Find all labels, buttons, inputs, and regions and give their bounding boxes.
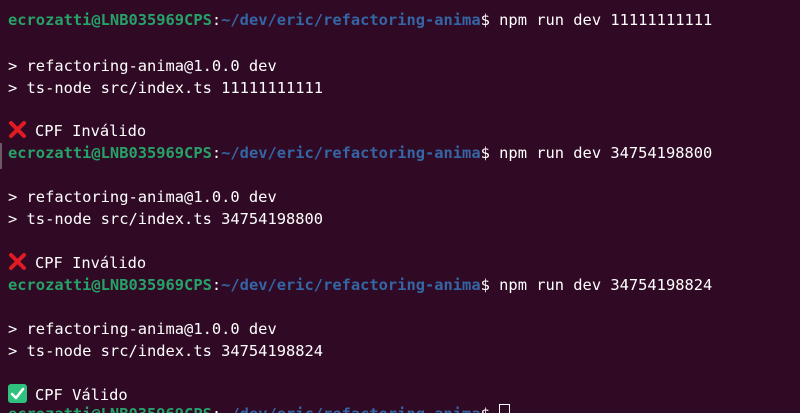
output-line: > refactoring-anima@1.0.0 dev [8, 57, 277, 75]
prompt-user-host: ecrozatti@LNB035969CPS [8, 11, 212, 29]
prompt-symbol: $ [480, 276, 490, 294]
prompt-user-host: ecrozatti@LNB035969CPS [8, 405, 212, 413]
result-line: CPF Inválido [8, 120, 146, 142]
prompt-user-host: ecrozatti@LNB035969CPS [8, 276, 212, 294]
prompt-separator: : [211, 276, 222, 294]
red-x-icon [8, 252, 27, 271]
red-x-icon [8, 120, 27, 139]
window-edge-divider [0, 143, 2, 169]
output-line: > refactoring-anima@1.0.0 dev [8, 320, 277, 338]
result-line: CPF Inválido [8, 252, 146, 274]
command-text: npm run dev 34754198824 [499, 276, 713, 294]
prompt-separator: : [212, 405, 221, 413]
prompt-separator: : [211, 144, 222, 162]
command-text: npm run dev 11111111111 [499, 11, 713, 29]
prompt-symbol: $ [480, 144, 490, 162]
terminal-window[interactable]: ecrozatti@LNB035969CPS:~/dev/eric/refact… [0, 0, 800, 413]
prompt-symbol: $ [480, 11, 490, 29]
prompt-user-host: ecrozatti@LNB035969CPS [8, 144, 212, 162]
command-text: npm run dev 34754198800 [499, 144, 713, 162]
prompt-path: ~/dev/eric/refactoring-anima [221, 144, 481, 162]
output-line: > ts-node src/index.ts 11111111111 [8, 79, 324, 97]
prompt-line: ecrozatti@LNB035969CPS:~/dev/eric/refact… [8, 274, 712, 296]
green-check-icon [8, 384, 27, 403]
output-line: > ts-node src/index.ts 34754198824 [8, 342, 324, 360]
prompt-line-current: ecrozatti@LNB035969CPS:~/dev/eric/refact… [8, 403, 510, 413]
text-cursor[interactable] [498, 404, 510, 413]
prompt-line: ecrozatti@LNB035969CPS:~/dev/eric/refact… [8, 142, 712, 164]
prompt-path: ~/dev/eric/refactoring-anima [221, 276, 481, 294]
prompt-line: ecrozatti@LNB035969CPS:~/dev/eric/refact… [8, 9, 712, 31]
prompt-separator: : [211, 11, 222, 29]
prompt-symbol: $ [481, 405, 490, 413]
output-line: > refactoring-anima@1.0.0 dev [8, 188, 277, 206]
result-text: CPF Inválido [35, 122, 147, 140]
output-line: > ts-node src/index.ts 34754198800 [8, 210, 324, 228]
prompt-path: ~/dev/eric/refactoring-anima [221, 405, 480, 413]
result-text: CPF Inválido [35, 254, 147, 272]
prompt-path: ~/dev/eric/refactoring-anima [221, 11, 481, 29]
result-text: CPF Válido [35, 386, 128, 404]
